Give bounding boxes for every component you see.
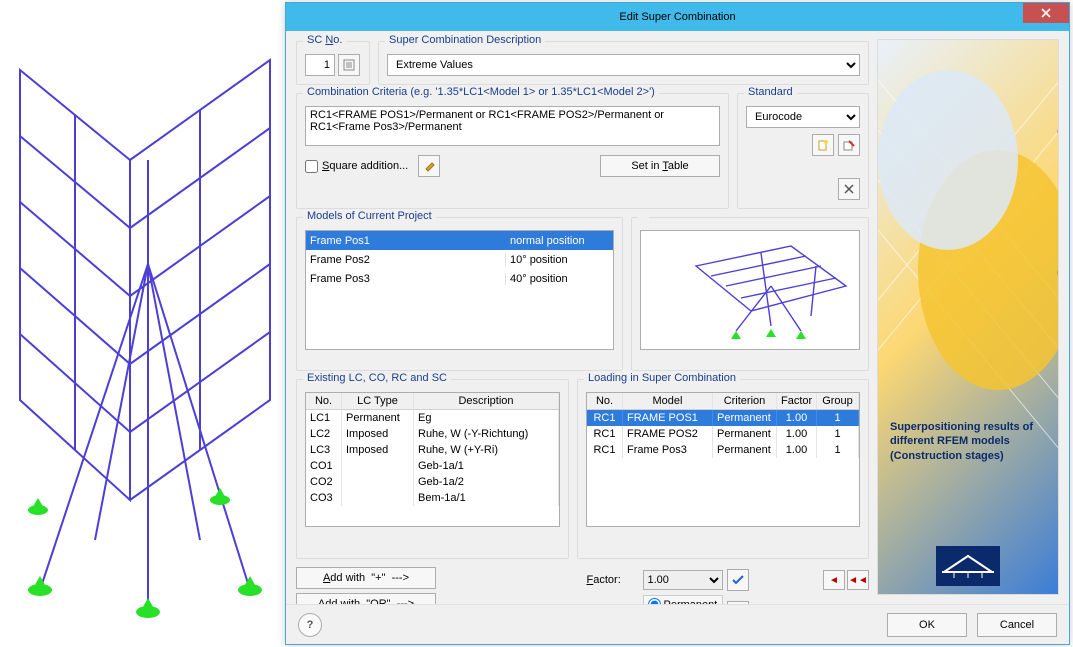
model-preview — [640, 230, 860, 350]
sc-no-input[interactable] — [305, 54, 335, 76]
group-existing-lc: Existing LC, CO, RC and SC No. LC Type D… — [296, 379, 569, 559]
new-standard-icon[interactable] — [812, 134, 834, 156]
remove-all-icon[interactable]: ◄◄ — [847, 570, 869, 590]
group-models: Models of Current Project Frame Pos1norm… — [296, 217, 623, 371]
standard-select[interactable]: Eurocode — [746, 106, 860, 128]
sidebar-banner: SUPER-RC Superpositioning results of dif… — [877, 39, 1059, 595]
lc-row[interactable]: CO3Bem-1a/1 — [306, 490, 559, 506]
lc-row[interactable]: LC3ImposedRuhe, W (+Y-Ri) — [306, 442, 559, 458]
criteria-textarea[interactable]: RC1<FRAME POS1>/Permanent or RC1<FRAME P… — [305, 106, 720, 146]
square-addition-label: Square addition... — [322, 160, 408, 172]
remove-one-icon[interactable]: ◄ — [823, 570, 845, 590]
ok-button[interactable]: OK — [887, 613, 967, 637]
close-button[interactable] — [1023, 3, 1069, 23]
factor-select[interactable]: 1.00 — [643, 570, 723, 590]
group-criteria: Combination Criteria (e.g. '1.35*LC1<Mod… — [296, 93, 729, 209]
sidebar-title: SUPER-RC — [1052, 120, 1058, 282]
lc-row[interactable]: LC2ImposedRuhe, W (-Y-Richtung) — [306, 426, 559, 442]
square-addition-checkbox[interactable] — [305, 160, 318, 173]
lc-row[interactable]: CO2Geb-1a/2 — [306, 474, 559, 490]
dialog: Edit Super Combination SC No. Super Comb — [285, 2, 1070, 645]
loading-row[interactable]: RC1Frame Pos3Permanent1.001 — [587, 442, 859, 458]
description-select[interactable]: Extreme Values — [387, 54, 860, 76]
dialog-title: Edit Super Combination — [619, 11, 735, 23]
models-list[interactable]: Frame Pos1normal positionFrame Pos210° p… — [305, 230, 614, 350]
cancel-button[interactable]: Cancel — [977, 613, 1057, 637]
model-row[interactable]: Frame Pos1normal position — [306, 231, 613, 250]
titlebar[interactable]: Edit Super Combination — [286, 3, 1069, 31]
loading-table[interactable]: No. Model Criterion Factor Group RC1FRAM… — [586, 392, 860, 527]
model-view-3d — [0, 0, 290, 647]
group-loading: Loading in Super Combination No. Model C… — [577, 379, 869, 559]
model-row[interactable]: Frame Pos340° position — [306, 269, 613, 288]
factor-label: Factor: — [587, 574, 639, 586]
model-row[interactable]: Frame Pos210° position — [306, 250, 613, 269]
sidebar-logo-icon — [936, 546, 1000, 586]
group-sc-no: SC No. — [296, 41, 370, 85]
dialog-footer: ? OK Cancel — [286, 604, 1069, 644]
help-icon[interactable]: ? — [298, 613, 322, 637]
loading-row[interactable]: RC1FRAME POS2Permanent1.001 — [587, 426, 859, 442]
group-description: Super Combination Description Extreme Va… — [378, 41, 869, 85]
square-addition-icon[interactable] — [418, 155, 440, 177]
sc-no-list-icon[interactable] — [338, 54, 360, 76]
sidebar-caption: Superpositioning results of different RF… — [890, 420, 1040, 463]
group-standard: Standard Eurocode — [737, 93, 869, 209]
edit-standard-icon[interactable] — [838, 134, 860, 156]
add-plus-button[interactable]: Add with "+" ---> — [296, 567, 436, 589]
lc-row[interactable]: CO1Geb-1a/1 — [306, 458, 559, 474]
delete-standard-icon[interactable] — [838, 178, 860, 200]
set-in-table-button[interactable]: Set in Table — [600, 155, 720, 177]
lc-table[interactable]: No. LC Type Description LC1PermanentEgLC… — [305, 392, 560, 527]
group-preview — [631, 217, 869, 371]
apply-factor-icon[interactable] — [727, 569, 749, 591]
lc-row[interactable]: LC1PermanentEg — [306, 410, 559, 426]
loading-row[interactable]: RC1FRAME POS1Permanent1.001 — [587, 410, 859, 426]
